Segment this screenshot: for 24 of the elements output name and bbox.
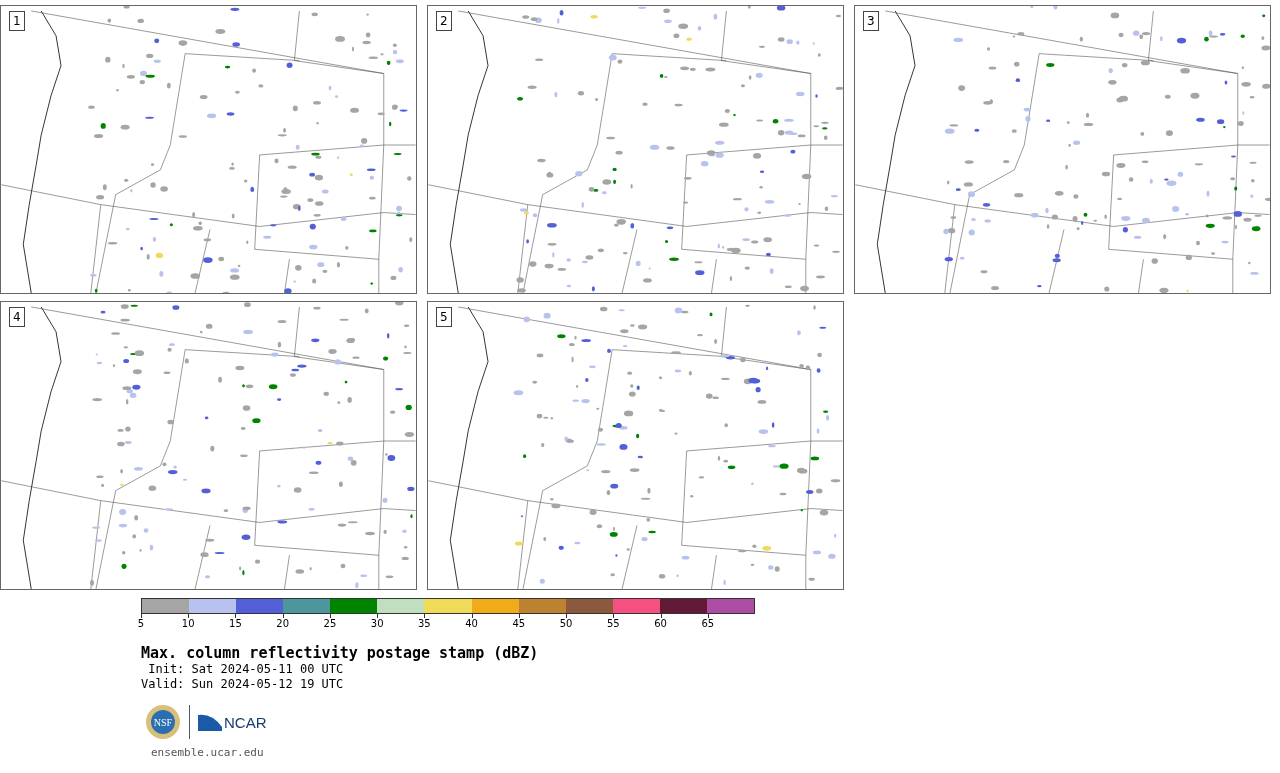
tick-label: 60 — [654, 618, 667, 629]
tick-label: 50 — [559, 618, 573, 629]
tick-label: 15 — [229, 618, 242, 629]
panel-number: 2 — [436, 11, 452, 31]
tick-label: 45 — [512, 618, 526, 629]
tick-label: 65 — [701, 618, 715, 629]
panel-number: 5 — [436, 307, 452, 327]
tick-label: 35 — [418, 618, 431, 629]
nsf-logo: NSF — [145, 704, 181, 740]
website-url: ensemble.ucar.edu — [151, 746, 265, 759]
chart-title: Max. column reflectivity postage stamp (dBZ) — [141, 644, 540, 662]
tick-label: 5 — [137, 618, 145, 629]
panel-number: 1 — [9, 11, 25, 31]
init-time: Init: Sat 2024-05-11 00 UTC — [147, 662, 345, 677]
tick-label: 40 — [465, 618, 478, 629]
tick-label: 25 — [323, 618, 337, 629]
tick-label: 20 — [276, 618, 290, 629]
tick-label: 30 — [370, 618, 384, 629]
panel-number: 4 — [9, 307, 25, 327]
panel-number: 3 — [863, 11, 879, 31]
tick-label: 55 — [606, 618, 620, 629]
ncar-logo: NCAR — [198, 713, 267, 731]
tick-label: 10 — [181, 618, 195, 629]
valid-time: Valid: Sun 2024-05-12 19 UTC — [141, 677, 345, 692]
